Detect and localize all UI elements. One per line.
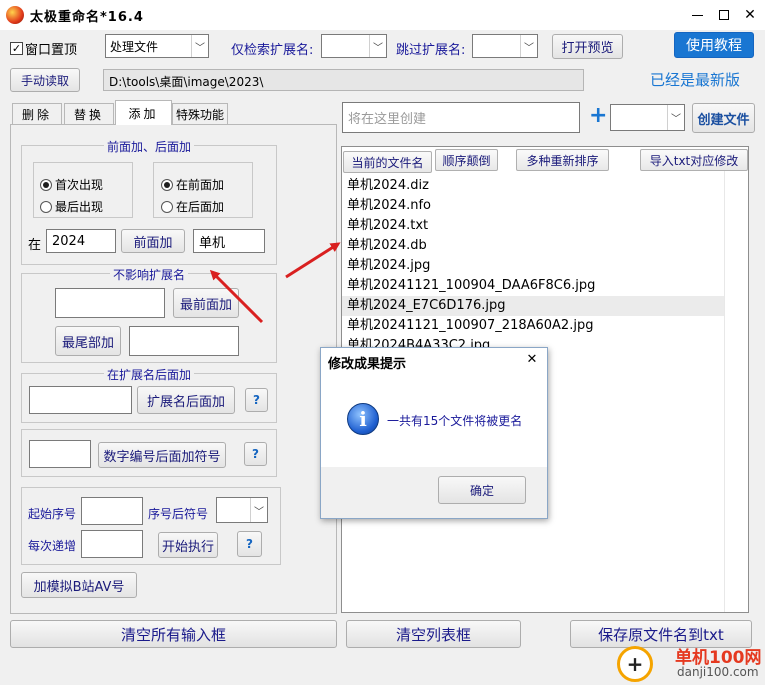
clear-inputs-button[interactable]: 清空所有输入框 (10, 620, 337, 648)
header-resort[interactable]: 多种重新排序 (516, 149, 609, 171)
result-dialog: 修改成果提示 ✕ i 一共有15个文件将被更名 确定 (320, 347, 548, 519)
chevron-down-icon: ﹀ (667, 105, 684, 130)
create-file-button[interactable]: 创建文件 (692, 103, 755, 133)
dialog-message: 一共有15个文件将被更名 (387, 414, 523, 428)
tab-add[interactable]: 添加 (115, 100, 172, 125)
list-item[interactable]: 单机2024.db (347, 236, 427, 256)
plus-icon: + (589, 103, 608, 128)
dialog-ok-button[interactable]: 确定 (438, 476, 526, 504)
header-import-txt[interactable]: 导入txt对应修改 (640, 149, 748, 171)
list-item[interactable]: 单机2024.diz (347, 176, 429, 196)
create-type-select[interactable]: ﹀ (610, 104, 685, 131)
dialog-title: 修改成果提示 (328, 357, 407, 372)
list-item[interactable]: 单机2024_E7C6D176.jpg (347, 296, 506, 316)
list-item[interactable]: 单机20241121_100907_218A60A2.jpg (347, 316, 593, 336)
header-reverse-order[interactable]: 顺序颠倒 (435, 149, 498, 171)
watermark-text-url: danji100.com (677, 665, 759, 679)
watermark: + 单机100网 danji100.com (615, 640, 765, 685)
list-column-line (724, 171, 725, 612)
list-item[interactable]: 单机2024.jpg (347, 256, 430, 276)
clear-list-button[interactable]: 清空列表框 (346, 620, 521, 648)
header-current-name[interactable]: 当前的文件名 (343, 151, 432, 173)
arrow-to-no-ext-group (209, 269, 264, 324)
list-item[interactable]: 单机2024.nfo (347, 196, 431, 216)
dialog-close-button[interactable]: ✕ (523, 352, 541, 370)
watermark-logo-icon: + (617, 646, 653, 682)
arrow-to-file-list (285, 242, 341, 279)
info-icon: i (347, 403, 379, 435)
list-item[interactable]: 单机20241121_100904_DAA6F8C6.jpg (347, 276, 595, 296)
create-input[interactable]: 将在这里创建 (342, 102, 580, 133)
list-item[interactable]: 单机2024.txt (347, 216, 428, 236)
